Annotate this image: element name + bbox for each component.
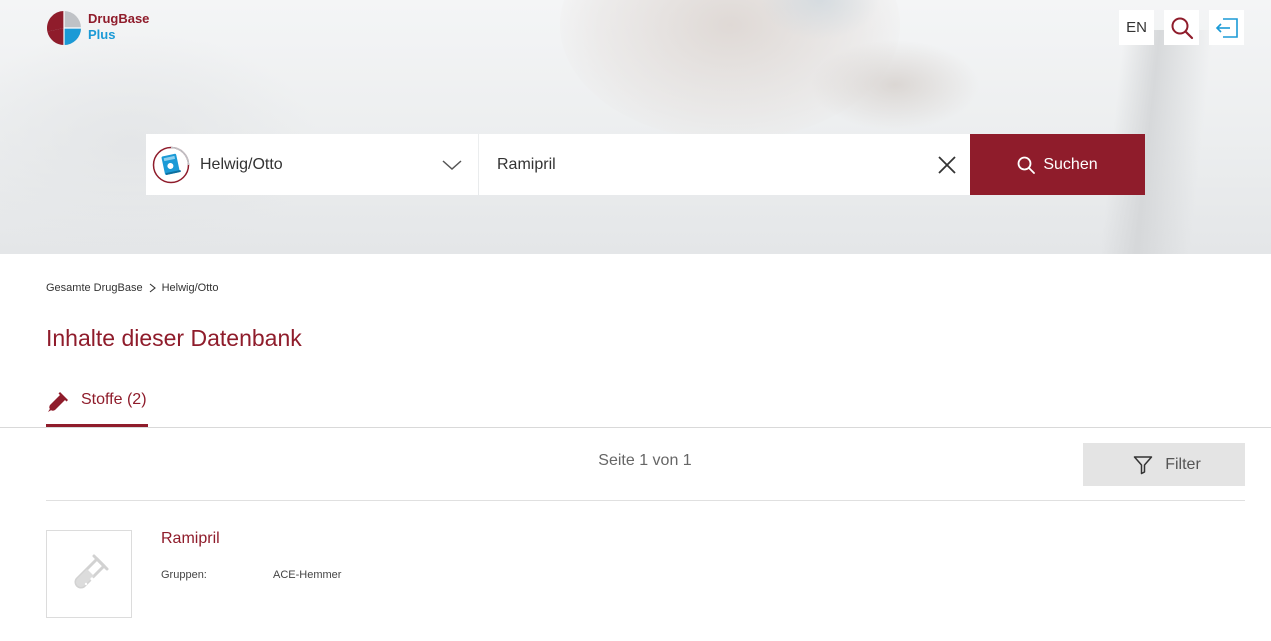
breadcrumb: Gesamte DrugBase Helwig/Otto (46, 282, 218, 294)
filter-button[interactable]: Filter (1083, 443, 1245, 486)
logo[interactable]: DrugBase Plus (46, 10, 149, 46)
list-item: Ramipril Gruppen: ACE-Hemmer (46, 530, 1245, 618)
search-input[interactable] (497, 155, 917, 174)
logo-name-line1: DrugBase (88, 11, 150, 26)
chevron-down-icon (442, 160, 462, 171)
search-submit-button[interactable]: Suchen (970, 134, 1145, 195)
search-icon (1171, 17, 1193, 39)
database-select-value: Helwig/Otto (200, 155, 283, 173)
result-title[interactable]: Ramipril (161, 530, 220, 548)
tab-label: Stoffe (2) (81, 391, 147, 408)
result-field-label: Gruppen: (161, 569, 207, 581)
language-button[interactable]: EN (1119, 10, 1154, 45)
hero-banner (0, 0, 1271, 254)
test-tube-icon (74, 554, 109, 589)
page-title: Inhalte dieser Datenbank (46, 325, 302, 351)
tab-divider (0, 427, 1271, 428)
funnel-icon (1133, 455, 1153, 474)
breadcrumb-item-current: Helwig/Otto (161, 282, 219, 294)
logout-icon (1215, 17, 1238, 38)
header-search-button[interactable] (1164, 10, 1199, 45)
clear-search-button[interactable] (936, 154, 958, 176)
close-icon (938, 156, 956, 174)
search-field[interactable] (479, 134, 970, 195)
logo-text: DrugBase Plus (88, 11, 149, 43)
breadcrumb-item[interactable]: Gesamte DrugBase (46, 282, 143, 294)
logo-name-line2: Plus (88, 27, 116, 42)
book-icon (152, 146, 190, 183)
search-icon (1017, 156, 1036, 174)
test-tube-icon (48, 392, 68, 412)
search-submit-label: Suchen (1043, 155, 1098, 173)
pagination-info: Seite 1 von 1 (598, 452, 692, 469)
filter-label: Filter (1165, 455, 1201, 473)
tab-stoffe[interactable]: Stoffe (2) (46, 389, 148, 427)
result-thumbnail[interactable] (46, 530, 132, 618)
database-select[interactable]: Helwig/Otto (146, 134, 478, 195)
result-field-value: ACE-Hemmer (273, 569, 342, 581)
logo-icon (47, 11, 81, 45)
logout-button[interactable] (1209, 10, 1244, 45)
list-divider (46, 500, 1245, 501)
chevron-right-icon (149, 283, 156, 293)
